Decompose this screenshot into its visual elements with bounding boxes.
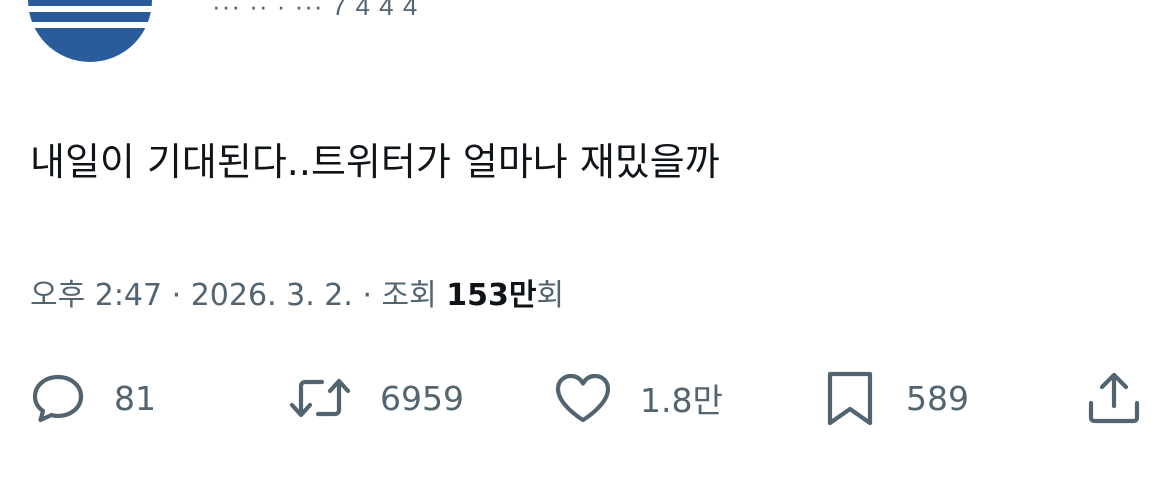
action-bar: 81 6959 1.8만 589 <box>0 366 1170 430</box>
views-label: 조회 <box>381 278 437 313</box>
share-icon <box>1084 368 1144 428</box>
tweet-meta: 오후 2:47 · 2026. 3. 2. · 조회 153만회 <box>30 276 564 316</box>
bookmark-button[interactable]: 589 <box>822 366 969 430</box>
like-count: 1.8만 <box>640 381 723 420</box>
reply-button[interactable]: 81 <box>28 366 156 430</box>
retweet-button[interactable]: 6959 <box>288 366 464 430</box>
views-unit: 만 <box>508 278 537 313</box>
tweet-date[interactable]: 2026. 3. 2. <box>191 278 353 313</box>
avatar-image <box>28 0 152 62</box>
reply-count: 81 <box>114 378 156 418</box>
meta-separator: · <box>162 278 191 313</box>
heart-icon <box>552 368 614 428</box>
reply-icon <box>28 368 88 428</box>
avatar[interactable] <box>28 0 152 62</box>
bookmark-icon <box>822 368 878 428</box>
tweet-text: 내일이 기대된다..트위터가 얼마나 재밌을까 <box>30 140 720 184</box>
views-suffix: 회 <box>536 278 565 313</box>
retweet-icon <box>288 368 352 428</box>
bookmark-count: 589 <box>906 378 969 418</box>
like-button[interactable]: 1.8만 <box>552 366 723 430</box>
tweet-time[interactable]: 오후 2:47 <box>30 278 162 313</box>
share-button[interactable] <box>1084 366 1144 430</box>
views-count: 153 <box>446 278 509 313</box>
meta-separator: · <box>352 278 382 313</box>
retweet-count: 6959 <box>380 378 464 418</box>
author-handle[interactable]: ··· ·· · ··· 7 4 4 4 <box>212 0 418 15</box>
tweet-detail: ··· ·· · ··· 7 4 4 4 내일이 기대된다..트위터가 얼마나 … <box>0 0 1170 491</box>
